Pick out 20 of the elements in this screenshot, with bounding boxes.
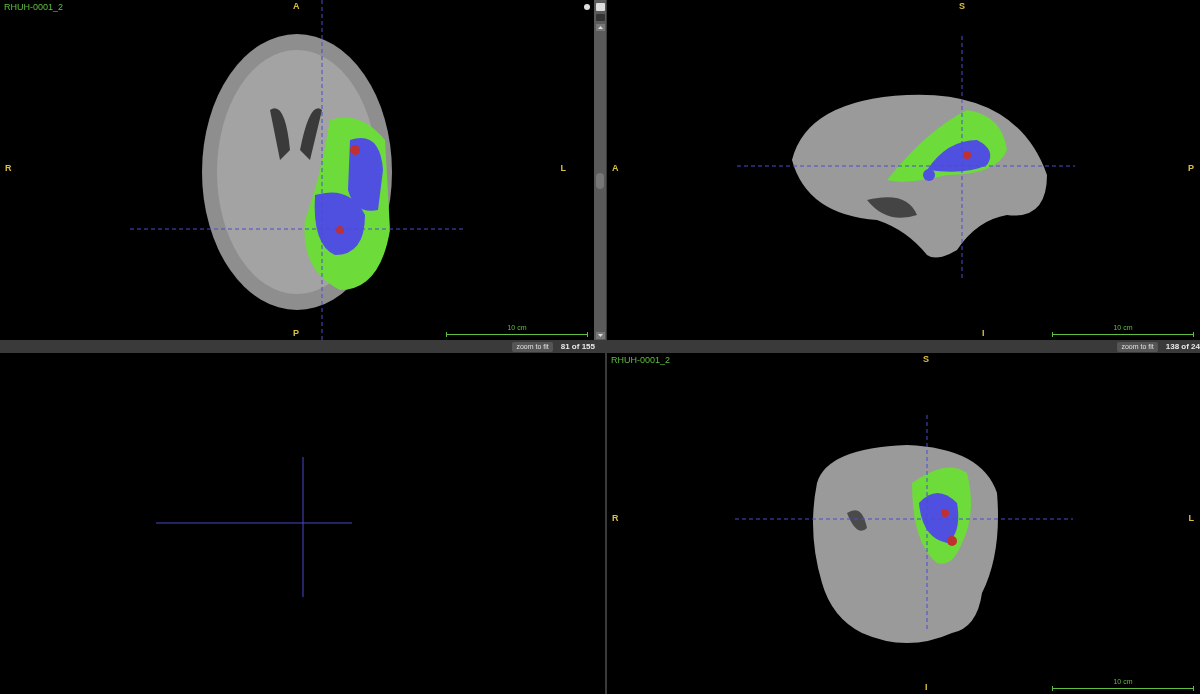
orientation-label: A [612,163,619,174]
orientation-label: I [925,682,928,693]
viewport-title: RHUH-0001_2 [4,2,64,13]
scroll-up-icon[interactable] [595,24,605,31]
slice-counter: 81 of 155 [560,341,595,352]
scrollbar[interactable] [594,0,606,340]
slice-counter: 138 of 24 [1165,341,1200,352]
scroll-thumb[interactable] [596,173,604,189]
orientation-label: I [982,328,985,339]
orientation-label: L [1188,513,1194,524]
orientation-label: S [923,354,929,365]
scroll-down-icon[interactable] [595,332,605,339]
orientation-label: R [5,163,12,174]
orientation-label: P [1188,163,1194,174]
orientation-label: S [959,1,965,12]
orientation-label: R [612,513,619,524]
viewport-title: RHUH-0001_2 [611,355,671,366]
orientation-label: P [293,328,299,339]
orientation-label: A [293,1,300,12]
orientation-label: L [560,163,566,174]
